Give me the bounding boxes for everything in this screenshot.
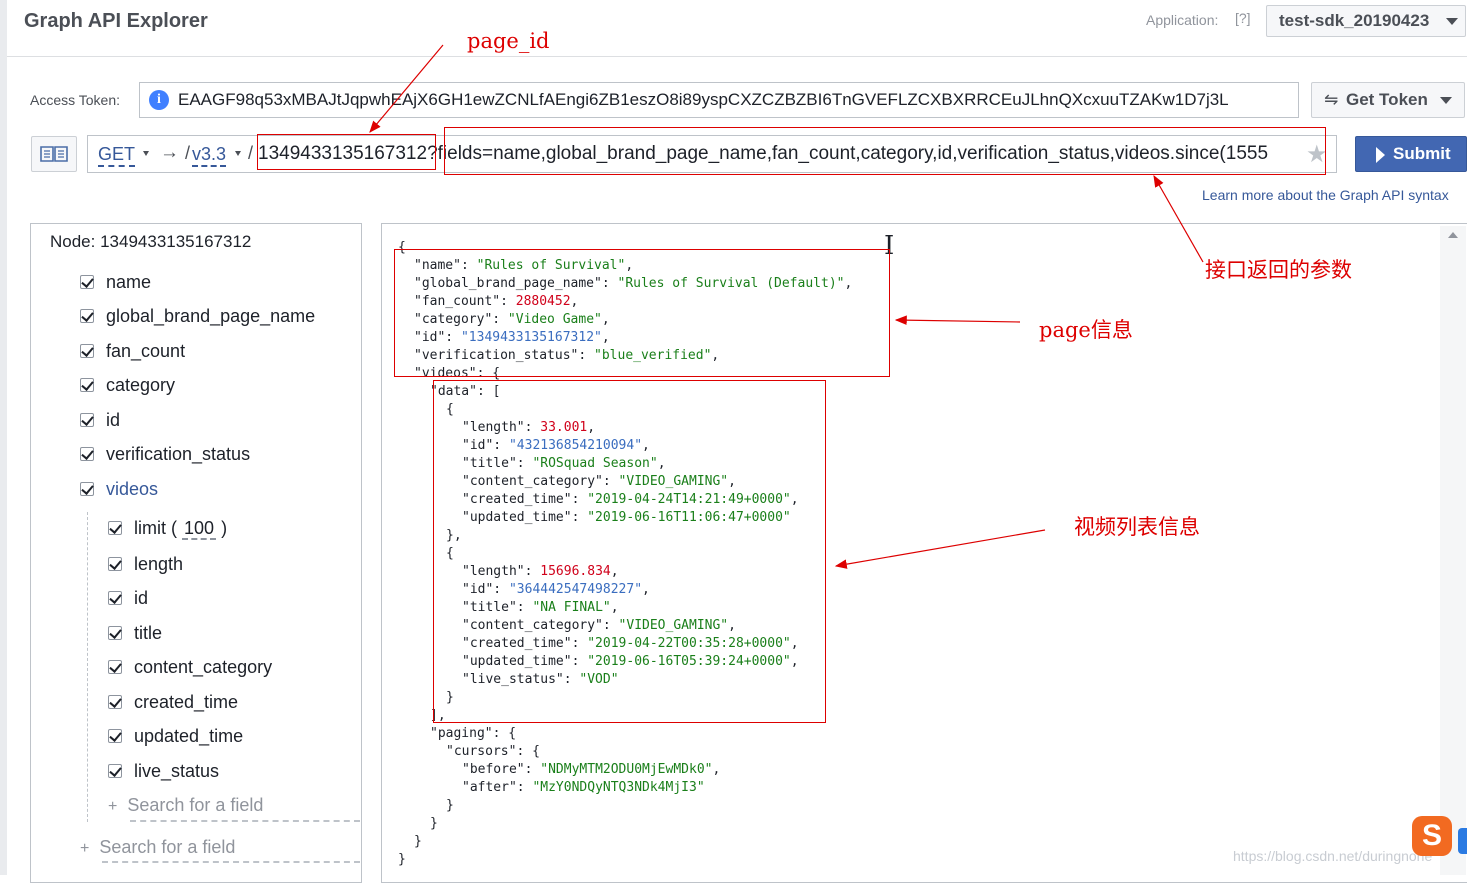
json-line: } bbox=[414, 834, 422, 849]
checkbox[interactable] bbox=[80, 309, 94, 323]
get-token-button[interactable]: ⇋ Get Token bbox=[1311, 82, 1465, 118]
access-token-value: EAAGF98q53xMBAJtJqpwhEAjX6GH1ewZCNLfAEng… bbox=[178, 90, 1229, 109]
plus-icon: + bbox=[80, 840, 90, 857]
checkbox[interactable] bbox=[108, 729, 122, 743]
checkbox[interactable] bbox=[108, 660, 122, 674]
chevron-down-icon bbox=[235, 151, 241, 156]
checkbox[interactable] bbox=[108, 626, 122, 640]
field-label[interactable]: videos bbox=[106, 479, 158, 500]
page-title: Graph API Explorer bbox=[24, 10, 208, 32]
path-slash: / bbox=[185, 143, 191, 163]
checkbox[interactable] bbox=[108, 521, 122, 535]
arrow-icon: → bbox=[160, 142, 179, 163]
field-label: global_brand_page_name bbox=[106, 306, 316, 326]
documentation-button[interactable] bbox=[31, 136, 77, 172]
field-label: title bbox=[134, 623, 163, 643]
search-placeholder: Search for a field bbox=[127, 795, 264, 815]
json-line: "before": "NDMyMTM2ODU0MjEwMDk0", bbox=[462, 762, 721, 777]
annotation-box-page-id bbox=[257, 134, 436, 170]
application-select-value: test-sdk_20190423 bbox=[1279, 11, 1430, 30]
json-line: } bbox=[446, 798, 454, 813]
json-line: "cursors": { bbox=[446, 744, 540, 759]
top-bar: Graph API Explorer Application: [?] test… bbox=[7, 0, 1467, 57]
scroll-up-icon[interactable] bbox=[1448, 232, 1458, 238]
scrollbar[interactable] bbox=[1440, 226, 1466, 875]
checkbox[interactable] bbox=[80, 275, 94, 289]
checkbox[interactable] bbox=[80, 447, 94, 461]
chevron-down-icon bbox=[143, 151, 149, 156]
path-slash: / bbox=[248, 143, 254, 163]
checkbox[interactable] bbox=[80, 344, 94, 358]
book-icon bbox=[40, 146, 68, 162]
field-label: fan_count bbox=[106, 341, 186, 361]
checkbox[interactable] bbox=[80, 413, 94, 427]
annotation-box-page-info bbox=[394, 249, 890, 377]
plus-icon: + bbox=[108, 798, 118, 815]
ime-icon[interactable]: S bbox=[1412, 816, 1452, 856]
field-label: verification_status bbox=[106, 444, 251, 464]
field-label: length bbox=[134, 554, 184, 574]
checkbox[interactable] bbox=[80, 378, 94, 392]
submit-button[interactable]: Submit bbox=[1355, 136, 1467, 172]
json-line: "after": "MzY0NDQyNTQ3NDk4MjI3" bbox=[462, 780, 705, 795]
limit-value-input[interactable]: 100 bbox=[182, 518, 217, 540]
play-icon bbox=[1376, 147, 1385, 163]
help-link[interactable]: [?] bbox=[1235, 10, 1251, 26]
divider bbox=[130, 820, 360, 822]
field-label: id bbox=[134, 588, 149, 608]
checkbox[interactable] bbox=[80, 482, 94, 496]
field-label: name bbox=[106, 272, 152, 292]
access-token-label: Access Token: bbox=[30, 92, 121, 108]
annotation-page-id: page_id bbox=[467, 29, 550, 53]
checkbox[interactable] bbox=[108, 591, 122, 605]
field-label: updated_time bbox=[134, 726, 244, 746]
divider bbox=[102, 861, 360, 863]
ime-sidebar-icon bbox=[1458, 828, 1467, 854]
watermark: https://blog.csdn.net/duringnone bbox=[1233, 848, 1433, 864]
access-token-input[interactable]: i EAAGF98q53xMBAJtJqpwhEAjX6GH1ewZCNLfAE… bbox=[139, 82, 1299, 118]
json-line: } bbox=[430, 816, 438, 831]
application-select[interactable]: test-sdk_20190423 bbox=[1266, 5, 1466, 37]
annotation-video-list-info: 视频列表信息 bbox=[1074, 515, 1200, 539]
node-label: Node: 1349433135167312 bbox=[50, 232, 252, 251]
method-select[interactable]: GET bbox=[98, 144, 136, 167]
json-line: } bbox=[398, 852, 406, 867]
checkbox[interactable] bbox=[108, 557, 122, 571]
checkbox[interactable] bbox=[108, 764, 122, 778]
get-token-label: Get Token bbox=[1346, 90, 1428, 109]
search-placeholder: Search for a field bbox=[99, 837, 236, 857]
info-icon[interactable]: i bbox=[149, 90, 169, 110]
annotation-returned-params: 接口返回的参数 bbox=[1205, 258, 1352, 282]
tree-guide-line bbox=[87, 512, 89, 822]
json-line: "paging": { bbox=[430, 726, 517, 741]
field-search[interactable]: + Search for a field bbox=[80, 837, 235, 858]
annotation-box-params bbox=[444, 127, 1326, 175]
field-label: category bbox=[106, 375, 176, 395]
learn-more-link[interactable]: Learn more about the Graph API syntax bbox=[1202, 187, 1449, 203]
field-label: limit ( 100 ) bbox=[134, 518, 228, 540]
application-label: Application: bbox=[1146, 12, 1219, 28]
field-label: id bbox=[106, 410, 121, 430]
chevron-down-icon bbox=[1440, 97, 1452, 104]
annotation-page-info: page信息 bbox=[1039, 318, 1133, 342]
checkbox[interactable] bbox=[108, 695, 122, 709]
chevron-down-icon bbox=[1446, 18, 1458, 25]
swap-icon: ⇋ bbox=[1324, 90, 1339, 109]
version-select[interactable]: v3.3 bbox=[192, 144, 227, 167]
field-label: content_category bbox=[134, 657, 273, 677]
window-left-edge bbox=[0, 0, 7, 875]
sub-field-search[interactable]: + Search for a field bbox=[108, 795, 263, 816]
field-label: created_time bbox=[134, 692, 239, 712]
annotation-box-video-list bbox=[433, 380, 826, 723]
submit-label: Submit bbox=[1393, 144, 1451, 163]
field-label: live_status bbox=[134, 761, 220, 781]
